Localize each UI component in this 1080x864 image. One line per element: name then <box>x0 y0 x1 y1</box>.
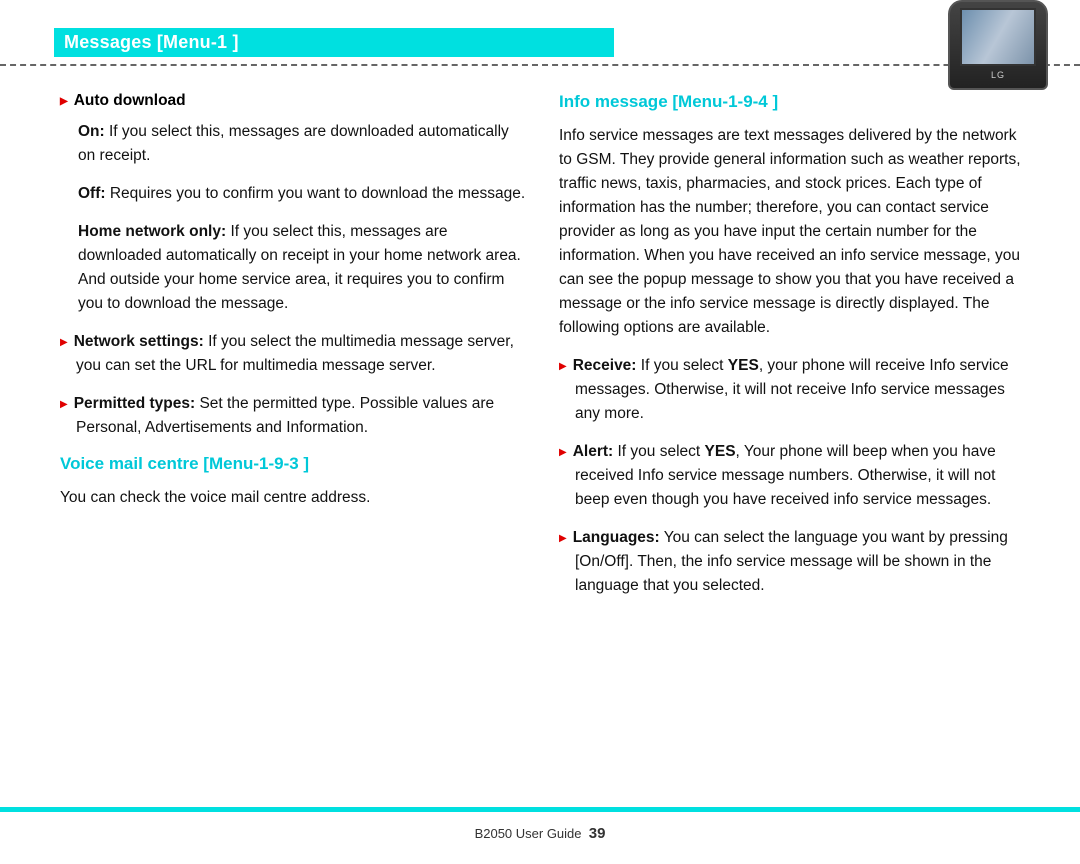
page-title: Messages [Menu-1 ] <box>54 28 614 57</box>
auto-download-on: On: If you select this, messages are dow… <box>60 120 527 168</box>
receive-yes: YES <box>728 357 759 374</box>
phone-illustration: LG <box>948 0 1048 90</box>
on-text: If you select this, messages are downloa… <box>78 123 509 164</box>
auto-download-home: Home network only: If you select this, m… <box>60 220 527 316</box>
voice-mail-text: You can check the voice mail centre addr… <box>60 486 527 510</box>
receive-text-a: If you select <box>636 357 727 374</box>
right-column: Info message [Menu-1-9-4 ] Info service … <box>559 92 1026 612</box>
alert-item: Alert: If you select YES, Your phone wil… <box>559 440 1026 512</box>
on-label: On: <box>78 123 105 140</box>
footer-divider <box>0 807 1080 812</box>
content-columns: Auto download On: If you select this, me… <box>0 62 1080 612</box>
footer: B2050 User Guide 39 <box>0 825 1080 842</box>
permitted-types-label: Permitted types: <box>74 395 195 412</box>
network-settings-item: Network settings: If you select the mult… <box>60 330 527 378</box>
languages-item: Languages: You can select the language y… <box>559 526 1026 598</box>
footer-guide-label: B2050 User Guide <box>475 826 582 841</box>
info-message-heading: Info message [Menu-1-9-4 ] <box>559 92 1026 112</box>
info-message-paragraph: Info service messages are text messages … <box>559 124 1026 340</box>
off-text: Requires you to confirm you want to down… <box>106 185 526 202</box>
network-settings-label: Network settings: <box>74 333 204 350</box>
alert-yes: YES <box>705 443 736 460</box>
header-divider <box>0 64 1080 66</box>
permitted-types-item: Permitted types: Set the permitted type.… <box>60 392 527 440</box>
voice-mail-heading: Voice mail centre [Menu-1-9-3 ] <box>60 454 527 474</box>
home-label: Home network only: <box>78 223 226 240</box>
receive-item: Receive: If you select YES, your phone w… <box>559 354 1026 426</box>
languages-label: Languages: <box>573 529 660 546</box>
left-column: Auto download On: If you select this, me… <box>60 92 527 612</box>
header: Messages [Menu-1 ] LG <box>0 0 1080 62</box>
phone-brand-label: LG <box>950 70 1046 80</box>
auto-download-heading: Auto download <box>60 92 527 110</box>
alert-text-a: If you select <box>613 443 704 460</box>
page-number: 39 <box>589 825 606 842</box>
alert-label: Alert: <box>573 443 613 460</box>
off-label: Off: <box>78 185 106 202</box>
receive-label: Receive: <box>573 357 637 374</box>
phone-screen-icon <box>960 8 1036 66</box>
auto-download-off: Off: Requires you to confirm you want to… <box>60 182 527 206</box>
